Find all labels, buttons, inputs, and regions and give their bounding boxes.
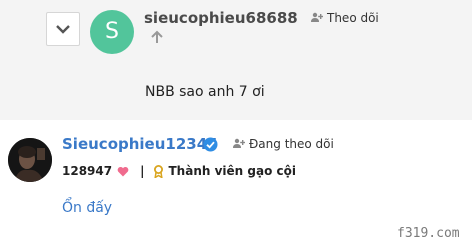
follow-button[interactable]: Theo dõi	[311, 11, 379, 25]
username[interactable]: Sieucophieu12345	[62, 135, 218, 153]
chevron-down-icon	[56, 25, 70, 34]
member-rank: Thành viên gạo cội	[168, 164, 296, 178]
comment-text: Ổn đấy	[62, 200, 113, 216]
avatar[interactable]: S	[90, 10, 134, 54]
user-plus-icon	[233, 138, 246, 148]
heart-icon	[117, 166, 129, 176]
stats-separator: |	[140, 164, 145, 178]
avatar-photo-image	[8, 138, 52, 182]
user-stats: 128947 | Thành viên gạo cội	[62, 164, 296, 178]
avatar[interactable]	[8, 138, 52, 182]
comment-text: NBB sao anh 7 ơi	[145, 84, 265, 100]
like-count: 128947	[62, 164, 113, 178]
username[interactable]: sieucophieu68688	[144, 9, 298, 27]
verified-badge-icon	[203, 137, 218, 152]
upvote-arrow-icon[interactable]	[150, 30, 164, 44]
medal-icon	[153, 164, 163, 178]
following-button[interactable]: Đang theo dõi	[233, 137, 334, 151]
collapse-button[interactable]	[46, 12, 80, 46]
user-plus-icon	[311, 12, 324, 22]
following-label: Đang theo dõi	[249, 137, 334, 151]
site-watermark: f319.com	[397, 226, 460, 241]
follow-label: Theo dõi	[327, 11, 379, 25]
